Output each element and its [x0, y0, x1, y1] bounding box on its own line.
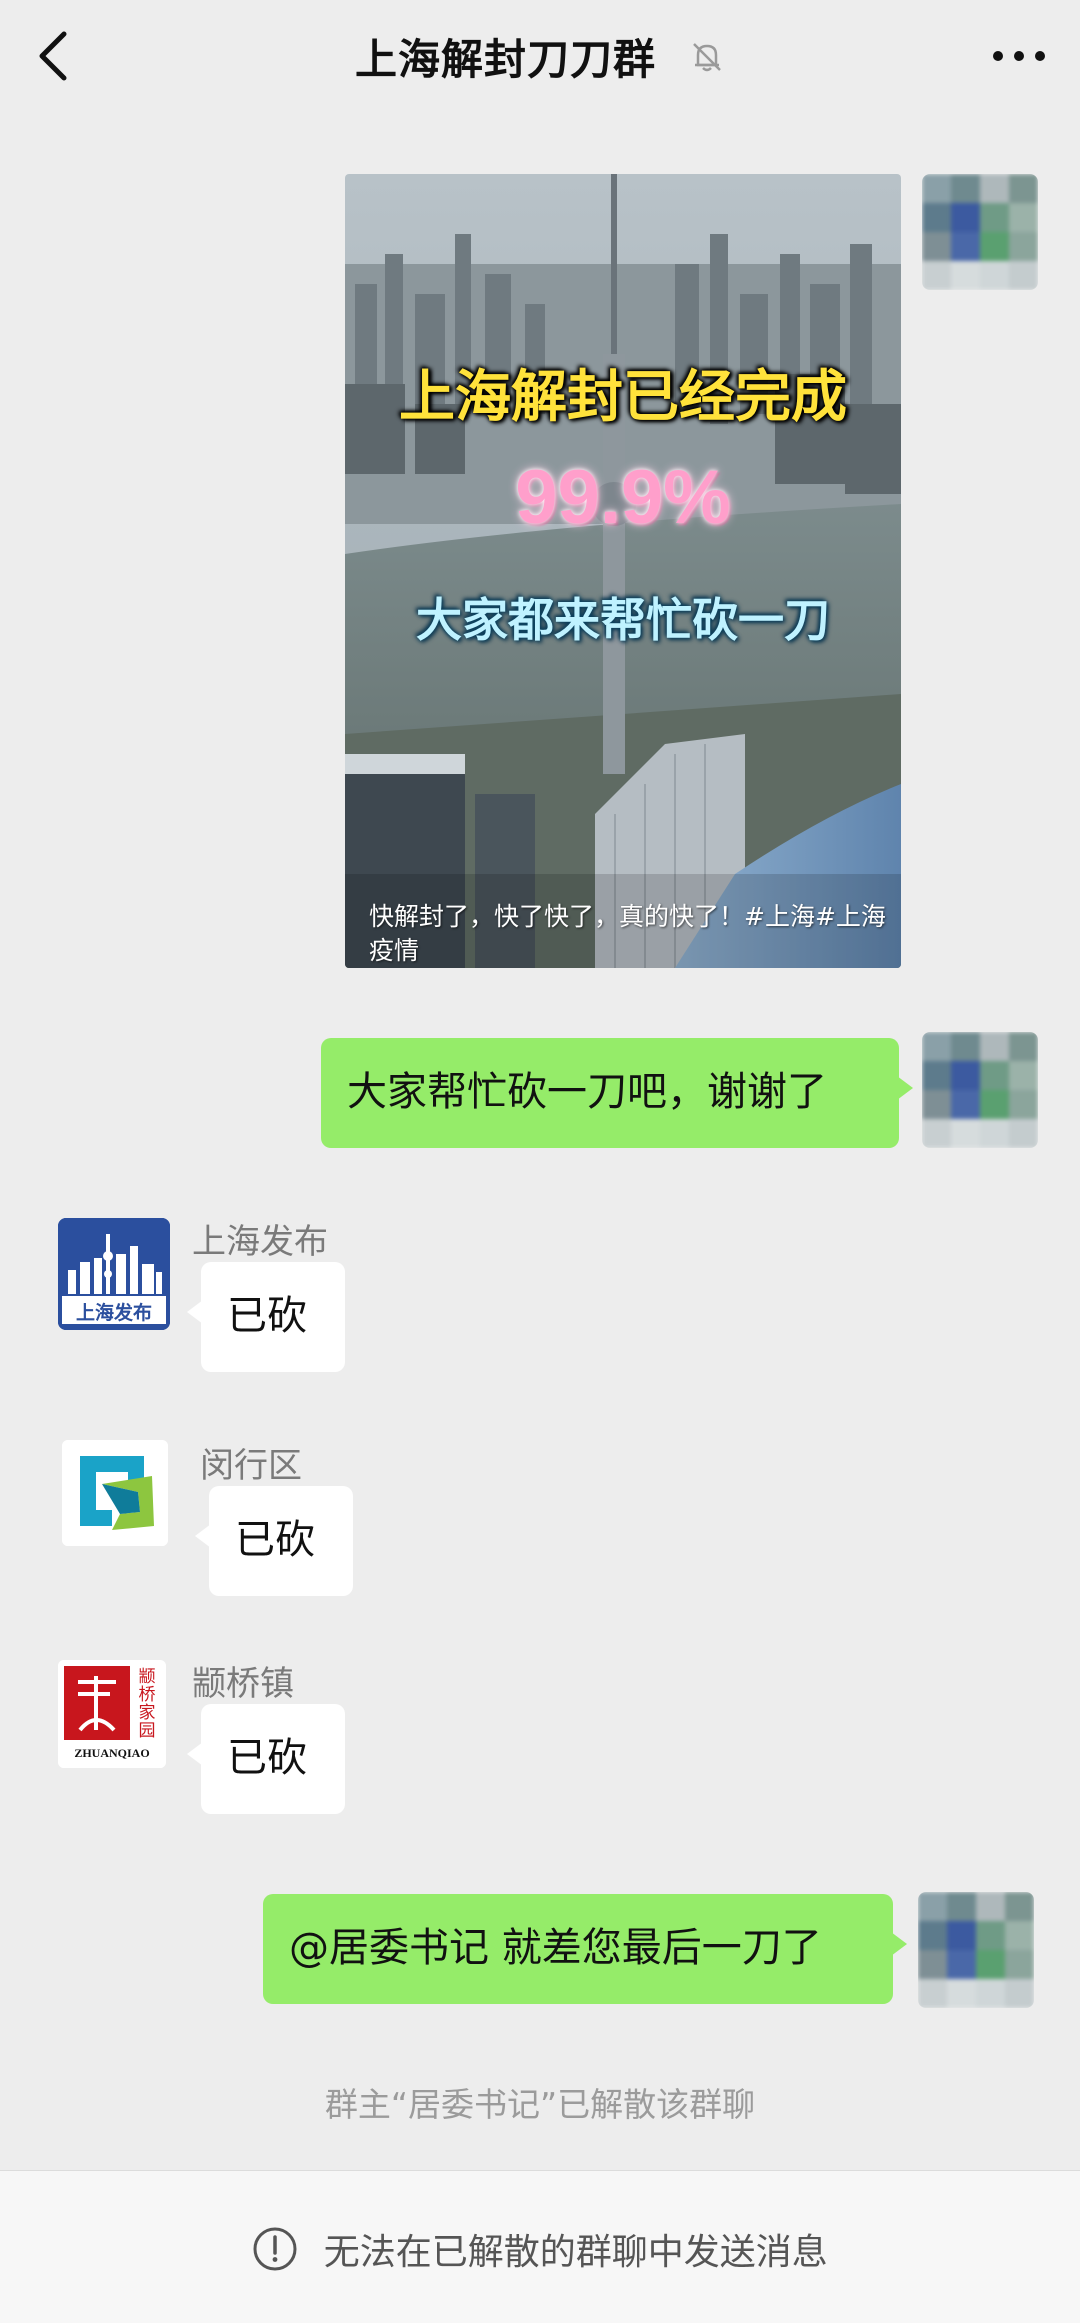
minhang-avatar[interactable]: [62, 1440, 168, 1546]
image-subline: 大家都来帮忙砍一刀: [416, 594, 830, 646]
footer-message: 无法在已解散的群聊中发送消息: [323, 2232, 828, 2273]
bell-off-icon: [689, 39, 725, 75]
minhang-logo-icon: [62, 1440, 168, 1546]
message-bubble-received[interactable]: 已砍: [187, 1262, 345, 1372]
message-bubble-received[interactable]: 已砍: [195, 1486, 353, 1596]
avatar[interactable]: [918, 1892, 1034, 2008]
skyline-photo: [345, 174, 901, 968]
message-bubble-received[interactable]: 已砍: [187, 1704, 345, 1814]
message-text: 大家帮忙砍一刀吧，谢谢了: [347, 1069, 827, 1115]
sender-name: 上海发布: [192, 1222, 328, 1262]
title-wrap: 上海解封刀刀群: [0, 26, 1080, 87]
chat-title[interactable]: 上海解封刀刀群: [355, 35, 656, 84]
avatar[interactable]: [922, 174, 1038, 290]
sender-name: 闵行区: [200, 1446, 302, 1486]
avatar-vertical-text: 颛桥家园: [138, 1667, 156, 1740]
system-notice: 群主“居委书记”已解散该群聊: [324, 2085, 756, 2124]
image-caption: 快解封了，快了快了，真的快了！#上海#上海疫情: [369, 902, 886, 965]
footer-inner: 无法在已解散的群聊中发送消息: [0, 2223, 1080, 2275]
shanghai-fabu-avatar[interactable]: 上海发布: [58, 1218, 170, 1330]
message-text: @居委书记 就差您最后一刀了: [289, 1925, 822, 1971]
zhuanqiao-avatar[interactable]: 颛桥家园 ZHUANQIAO: [58, 1660, 166, 1768]
sender-name: 颛桥镇: [192, 1664, 294, 1704]
image-percentage: 99.9%: [515, 455, 731, 540]
message-text: 已砍: [227, 1293, 307, 1339]
chat-header: 上海解封刀刀群: [0, 0, 1080, 112]
avatar[interactable]: [922, 1032, 1038, 1148]
image-message[interactable]: 上海解封已经完成 99.9% 大家都来帮忙砍一刀 快解封了，快了快了，真的快了！…: [345, 174, 901, 968]
avatar-label: 上海发布: [75, 1303, 152, 1324]
message-bubble-sent[interactable]: @居委书记 就差您最后一刀了: [263, 1894, 907, 2004]
message-text: 已砍: [235, 1517, 315, 1563]
image-headline: 上海解封已经完成: [399, 365, 847, 428]
message-text: 已砍: [227, 1735, 307, 1781]
disabled-input-bar: 无法在已解散的群聊中发送消息: [0, 2170, 1080, 2323]
message-bubble-sent[interactable]: 大家帮忙砍一刀吧，谢谢了: [321, 1038, 913, 1148]
more-dots-icon[interactable]: [988, 34, 1050, 78]
avatar-label: ZHUANQIAO: [74, 1746, 150, 1760]
warning-circle-icon: [252, 2226, 298, 2272]
